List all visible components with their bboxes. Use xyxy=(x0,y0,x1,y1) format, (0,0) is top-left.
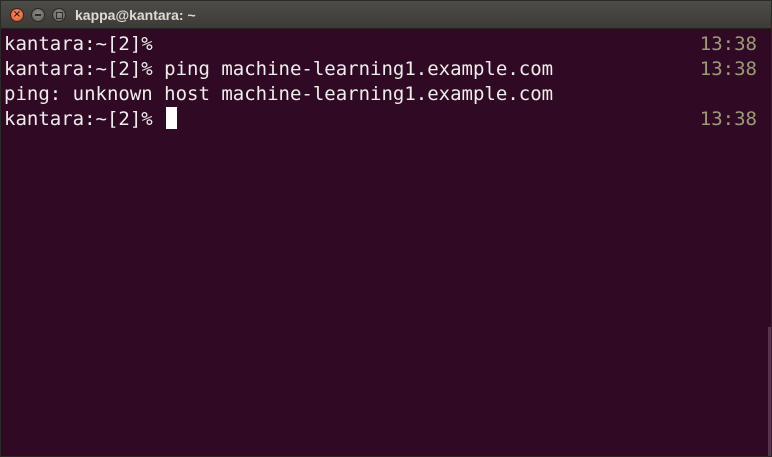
terminal-line: kantara:~[2]% ping machine-learning1.exa… xyxy=(4,57,757,82)
text-cursor xyxy=(166,107,178,129)
line-timestamp: 13:38 xyxy=(699,33,757,55)
terminal-line: kantara:~[2]% 13:38 xyxy=(4,32,757,57)
title-bar[interactable]: × kappa@kantara: ~ xyxy=(1,1,771,29)
scrollbar[interactable] xyxy=(768,327,771,456)
close-icon[interactable]: × xyxy=(10,8,24,22)
command-text: kantara:~[2]% ping machine-learning1.exa… xyxy=(4,58,554,80)
prompt-text: kantara:~[2]% xyxy=(4,108,165,130)
terminal-line: kantara:~[2]% 13:38 xyxy=(4,107,757,132)
terminal-window: × kappa@kantara: ~ kantara:~[2]% 13:38 k… xyxy=(0,0,772,457)
line-timestamp: 13:38 xyxy=(699,58,757,80)
prompt-text: kantara:~[2]% xyxy=(4,33,153,55)
maximize-icon[interactable] xyxy=(52,8,66,22)
window-title: kappa@kantara: ~ xyxy=(75,7,196,23)
terminal-area[interactable]: kantara:~[2]% 13:38 kantara:~[2]% ping m… xyxy=(1,29,771,456)
output-text: ping: unknown host machine-learning1.exa… xyxy=(4,83,554,105)
line-timestamp: 13:38 xyxy=(699,108,757,130)
minimize-icon[interactable] xyxy=(31,8,45,22)
terminal-line: ping: unknown host machine-learning1.exa… xyxy=(4,82,757,107)
active-prompt[interactable]: kantara:~[2]% xyxy=(4,107,178,132)
